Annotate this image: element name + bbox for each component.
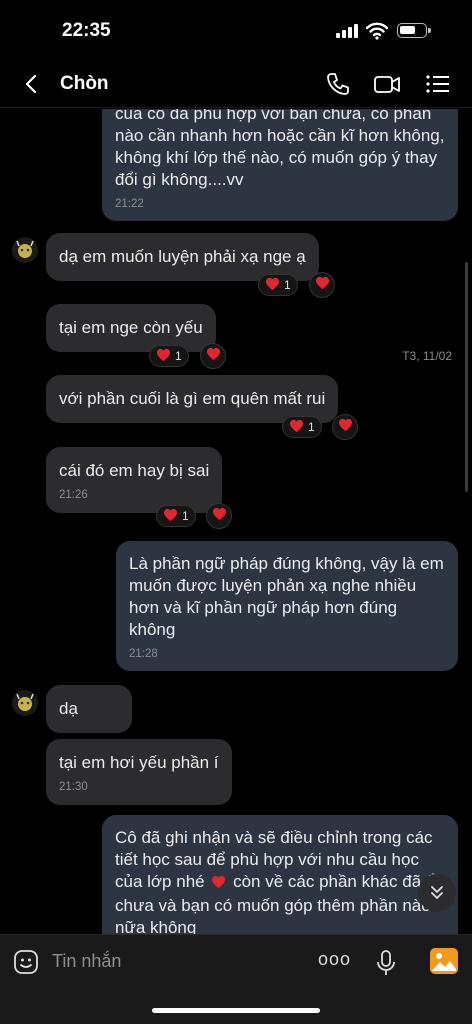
image-gallery-icon[interactable] bbox=[429, 947, 459, 975]
contact-name[interactable]: Chòn bbox=[60, 73, 109, 95]
heart-icon bbox=[163, 508, 178, 525]
phone-call-icon[interactable] bbox=[324, 70, 352, 98]
message-time: 21:26 bbox=[59, 489, 88, 501]
date-separator: T3, 11/02 bbox=[402, 349, 452, 363]
heart-icon bbox=[289, 419, 304, 436]
status-time: 22:35 bbox=[62, 20, 111, 41]
message-bubble-incoming[interactable]: tại em hơi yếu phần í 21:30 bbox=[46, 739, 232, 805]
home-indicator bbox=[152, 1008, 320, 1013]
wifi-icon bbox=[366, 22, 388, 40]
message-bubble-incoming[interactable]: dạ bbox=[46, 685, 132, 733]
reaction-heart-button[interactable] bbox=[309, 272, 335, 298]
double-chevron-down-icon bbox=[431, 886, 443, 899]
message-text: với phần cuối là gì em quên mất rui bbox=[59, 389, 326, 408]
reaction-heart-button[interactable] bbox=[206, 503, 232, 529]
reaction-count: 1 bbox=[182, 509, 189, 523]
message-text: dạ bbox=[59, 699, 78, 718]
heart-icon bbox=[265, 277, 280, 294]
status-bar: 22:35 bbox=[0, 0, 472, 60]
reaction-heart-button[interactable] bbox=[200, 343, 226, 369]
message-time: 21:30 bbox=[59, 781, 88, 793]
message-bubble-incoming[interactable]: tại em nge còn yếu bbox=[46, 304, 216, 352]
message-bubble-outgoing[interactable]: Cô đã ghi nhận và sẽ điều chỉnh trong cá… bbox=[102, 815, 458, 934]
message-bubble-incoming[interactable]: cái đó em hay bị sai 21:26 bbox=[46, 447, 223, 513]
heart-emoji bbox=[211, 873, 226, 895]
heart-icon bbox=[212, 507, 227, 526]
heart-icon bbox=[338, 418, 353, 437]
signal-icon bbox=[336, 24, 360, 38]
more-options-icon[interactable]: ooo bbox=[318, 949, 351, 970]
video-call-icon[interactable] bbox=[373, 70, 401, 98]
scroll-to-bottom-button[interactable] bbox=[418, 874, 456, 912]
message-text: dạ em muốn luyện phải xạ nge ạ bbox=[59, 247, 306, 266]
reaction-count: 1 bbox=[308, 420, 315, 434]
sticker-emoji-icon[interactable] bbox=[13, 949, 39, 975]
message-text: cái đó em hay bị sai bbox=[59, 461, 210, 480]
avatar[interactable] bbox=[12, 237, 38, 263]
reaction-summary[interactable]: 1 bbox=[282, 416, 322, 438]
message-input[interactable]: Tin nhắn bbox=[52, 951, 121, 972]
heart-icon bbox=[206, 347, 221, 366]
scrollbar[interactable] bbox=[465, 262, 468, 492]
avatar[interactable] bbox=[12, 690, 38, 716]
menu-list-icon[interactable] bbox=[424, 70, 452, 98]
message-text: của cô đã phù hợp với bạn chưa, có phần … bbox=[115, 104, 445, 189]
reaction-summary[interactable]: 1 bbox=[149, 345, 189, 367]
reaction-summary[interactable]: 1 bbox=[156, 505, 196, 527]
message-text: Là phần ngữ pháp đúng không, vậy là em m… bbox=[129, 554, 444, 639]
reaction-count: 1 bbox=[284, 278, 291, 292]
reaction-summary[interactable]: 1 bbox=[258, 274, 298, 296]
microphone-icon[interactable] bbox=[375, 949, 397, 977]
back-arrow-icon[interactable] bbox=[20, 72, 44, 96]
reaction-heart-button[interactable] bbox=[332, 414, 358, 440]
heart-icon bbox=[156, 348, 171, 365]
battery-icon bbox=[397, 23, 431, 38]
message-bubble-outgoing[interactable]: Là phần ngữ pháp đúng không, vậy là em m… bbox=[116, 541, 458, 671]
message-text: tại em nge còn yếu bbox=[59, 318, 203, 337]
message-time: 21:28 bbox=[129, 648, 158, 660]
reaction-count: 1 bbox=[175, 349, 182, 363]
message-text: tại em hơi yếu phần í bbox=[59, 753, 219, 772]
message-bubble-outgoing[interactable]: của cô đã phù hợp với bạn chưa, có phần … bbox=[102, 104, 458, 221]
heart-icon bbox=[315, 276, 330, 295]
message-time: 21:22 bbox=[115, 198, 144, 210]
chat-header: Chòn bbox=[0, 60, 472, 108]
